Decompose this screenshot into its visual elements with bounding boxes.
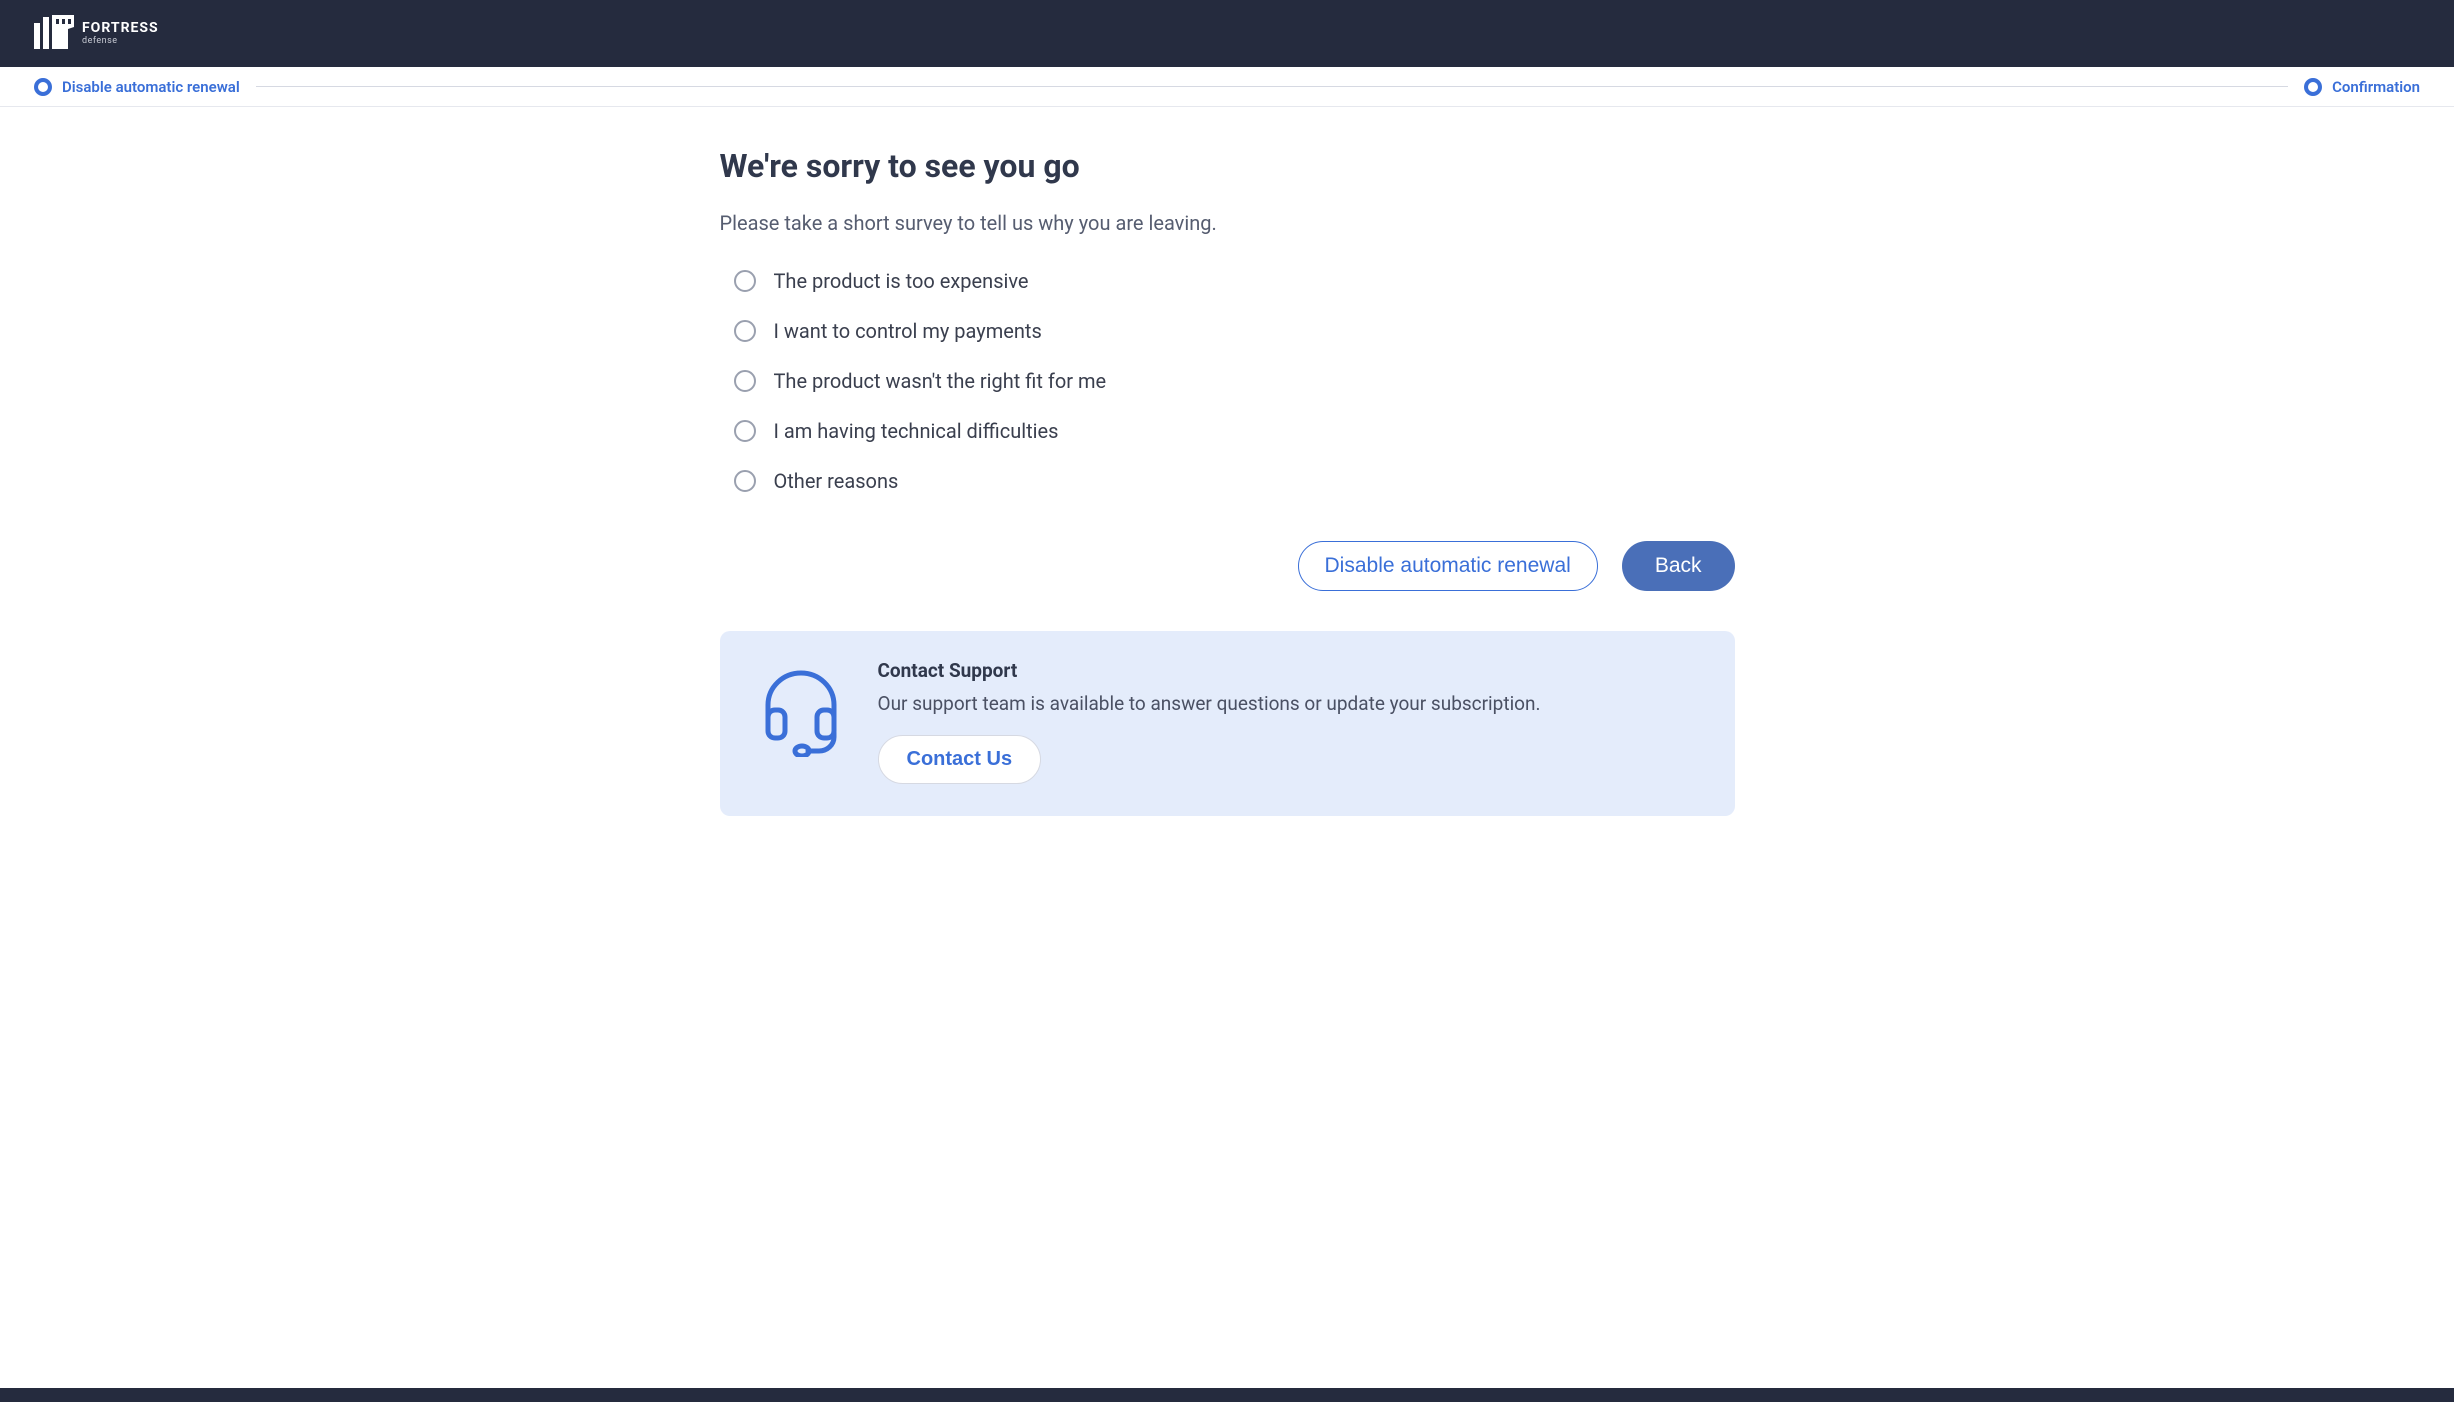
action-row: Disable automatic renewal Back bbox=[720, 541, 1735, 591]
brand-logo: FORTRESS defense bbox=[34, 15, 159, 53]
page-title: We're sorry to see you go bbox=[720, 147, 1735, 185]
option-label: The product is too expensive bbox=[774, 269, 1029, 293]
progress-dot-icon bbox=[2304, 78, 2322, 96]
survey-option-technical-difficulties[interactable]: I am having technical difficulties bbox=[734, 419, 1735, 443]
progress-bar: Disable automatic renewal Confirmation bbox=[0, 67, 2454, 107]
contact-us-button[interactable]: Contact Us bbox=[878, 735, 1042, 784]
progress-step-label: Disable automatic renewal bbox=[62, 78, 240, 96]
app-header: FORTRESS defense bbox=[0, 0, 2454, 67]
progress-line bbox=[256, 86, 2288, 87]
option-label: I am having technical difficulties bbox=[774, 419, 1059, 443]
brand-text: FORTRESS defense bbox=[82, 21, 159, 46]
main-content: We're sorry to see you go Please take a … bbox=[0, 107, 2454, 1388]
option-label: I want to control my payments bbox=[774, 319, 1042, 343]
progress-step-confirmation: Confirmation bbox=[2304, 78, 2420, 96]
radio-icon bbox=[734, 420, 756, 442]
brand-name: FORTRESS bbox=[82, 21, 159, 35]
brand-sub: defense bbox=[82, 37, 159, 46]
support-panel: Contact Support Our support team is avai… bbox=[720, 631, 1735, 816]
progress-step-disable: Disable automatic renewal bbox=[34, 78, 240, 96]
support-text: Our support team is available to answer … bbox=[878, 692, 1541, 715]
back-button[interactable]: Back bbox=[1622, 541, 1735, 591]
survey-option-control-payments[interactable]: I want to control my payments bbox=[734, 319, 1735, 343]
survey-option-not-right-fit[interactable]: The product wasn't the right fit for me bbox=[734, 369, 1735, 393]
survey-option-expensive[interactable]: The product is too expensive bbox=[734, 269, 1735, 293]
survey-option-other[interactable]: Other reasons bbox=[734, 469, 1735, 493]
radio-icon bbox=[734, 470, 756, 492]
page-subtitle: Please take a short survey to tell us wh… bbox=[720, 211, 1735, 235]
radio-icon bbox=[734, 320, 756, 342]
support-title: Contact Support bbox=[878, 659, 1541, 682]
headset-icon bbox=[760, 663, 842, 761]
survey-options: The product is too expensive I want to c… bbox=[720, 269, 1735, 493]
fortress-icon bbox=[34, 15, 74, 53]
disable-automatic-renewal-button[interactable]: Disable automatic renewal bbox=[1298, 541, 1598, 591]
radio-icon bbox=[734, 270, 756, 292]
progress-dot-icon bbox=[34, 78, 52, 96]
progress-step-label: Confirmation bbox=[2332, 78, 2420, 96]
option-label: The product wasn't the right fit for me bbox=[774, 369, 1107, 393]
radio-icon bbox=[734, 370, 756, 392]
app-footer bbox=[0, 1388, 2454, 1402]
option-label: Other reasons bbox=[774, 469, 899, 493]
